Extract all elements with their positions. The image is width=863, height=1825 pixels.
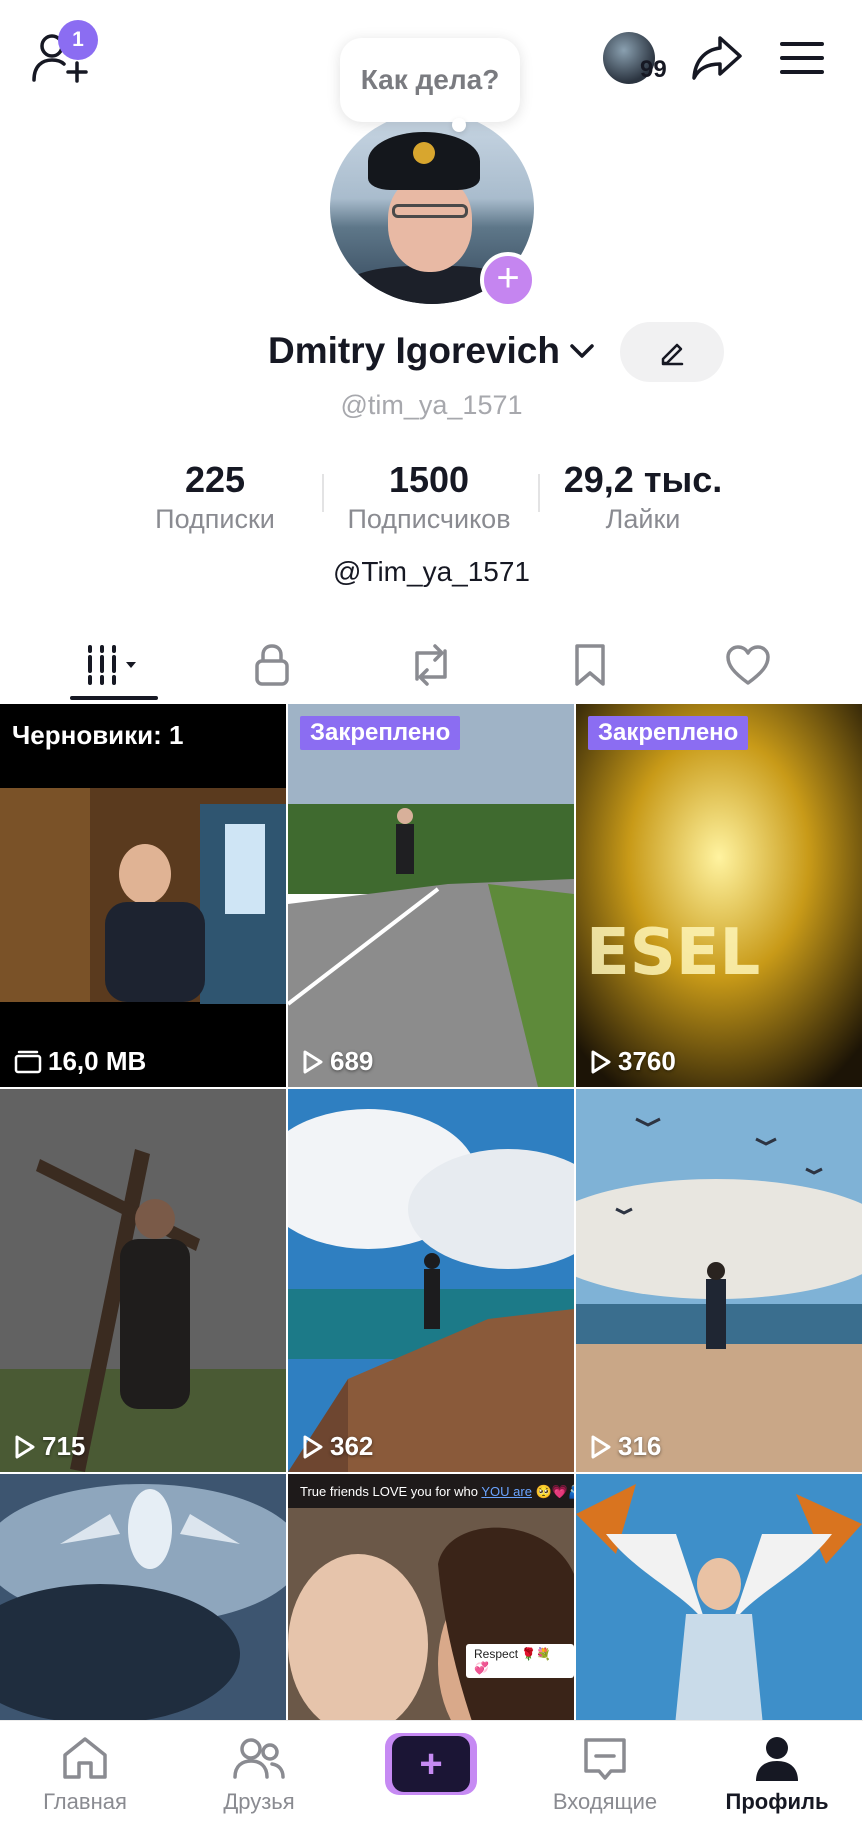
nav-friends[interactable]: Друзья	[184, 1731, 334, 1821]
pencil-icon	[661, 343, 684, 366]
caption-text: True friends LOVE you for who	[300, 1484, 478, 1499]
bottom-navigation: Главная Друзья + Входящие Профиль	[0, 1720, 863, 1825]
tab-reposts[interactable]	[345, 630, 517, 700]
view-count: 362	[302, 1431, 373, 1462]
profile-handle: @tim_ya_1571	[340, 390, 523, 420]
drafts-label: Черновики: 1	[12, 720, 184, 750]
nav-label: Главная	[43, 1789, 127, 1814]
home-icon	[63, 1737, 107, 1779]
video-tile[interactable]: 715	[0, 1089, 286, 1472]
draft-size: 16,0 MB	[14, 1046, 146, 1077]
video-grid: Черновики: 1 16,0 MB Закреплено 689 ESEL…	[0, 704, 863, 1825]
video-thumbnail	[288, 704, 574, 1087]
view-count-value: 715	[42, 1431, 86, 1461]
stories-count: 99	[640, 56, 667, 83]
view-count-value: 689	[330, 1046, 374, 1076]
video-thumbnail	[288, 1089, 574, 1472]
view-count-value: 3760	[618, 1046, 676, 1076]
stat-following[interactable]: 225 Подписки	[120, 458, 310, 536]
share-icon	[692, 36, 742, 80]
stat-value: 29,2 тыс.	[563, 459, 723, 500]
video-thumbnail	[576, 1089, 862, 1472]
view-count: 316	[590, 1431, 661, 1462]
status-bubble[interactable]: Как дела?	[340, 38, 520, 122]
play-icon	[15, 1435, 35, 1458]
stat-label: Подписки	[155, 504, 275, 534]
active-tab-indicator	[70, 696, 158, 700]
stat-label: Подписчиков	[347, 504, 511, 534]
view-count-value: 316	[618, 1431, 662, 1461]
video-thumbnail: ESEL	[576, 704, 862, 1087]
stat-likes[interactable]: 29,2 тыс. Лайки	[548, 458, 738, 536]
video-thumbnail	[0, 1089, 286, 1472]
play-icon	[591, 1050, 611, 1073]
draft-size-value: 16,0 MB	[48, 1046, 147, 1076]
play-icon	[303, 1435, 323, 1458]
nav-inbox[interactable]: Входящие	[530, 1731, 680, 1821]
repost-icon	[415, 644, 447, 686]
tab-saved[interactable]	[504, 630, 676, 700]
friend-requests-badge: 1	[58, 20, 98, 60]
caption-link: YOU are	[481, 1484, 532, 1499]
plus-icon: +	[392, 1736, 470, 1792]
video-tile[interactable]: ESEL Закреплено 3760	[576, 704, 862, 1087]
respect-sticker: Respect 🌹💐💞	[466, 1644, 574, 1678]
nav-home[interactable]: Главная	[10, 1731, 160, 1821]
stat-divider	[322, 474, 324, 512]
menu-button[interactable]	[780, 40, 824, 76]
video-tile[interactable]: 316	[576, 1089, 862, 1472]
caption-emoji: 🥺💗🫂	[535, 1484, 574, 1499]
name-row: Dmitry Igorevich	[0, 322, 863, 382]
add-story-button[interactable]: +	[480, 252, 536, 308]
drafts-folder-icon	[14, 1050, 42, 1073]
play-icon	[303, 1050, 323, 1073]
nav-label: Входящие	[552, 1789, 658, 1814]
create-video-button[interactable]: +	[385, 1733, 477, 1795]
inbox-icon	[584, 1738, 626, 1780]
chevron-down-icon[interactable]	[567, 338, 597, 364]
video-tile[interactable]: Закреплено 689	[288, 704, 574, 1087]
view-count: 689	[302, 1046, 373, 1077]
draft-thumbnail	[0, 704, 286, 1087]
bookmark-icon	[575, 644, 605, 686]
hamburger-menu-icon	[780, 42, 824, 74]
edit-profile-button[interactable]	[620, 322, 724, 382]
svg-text:ESEL: ESEL	[586, 916, 760, 990]
tab-private[interactable]	[186, 630, 358, 700]
video-tile-draft[interactable]: Черновики: 1 16,0 MB	[0, 704, 286, 1087]
nav-label: Друзья	[223, 1789, 295, 1814]
lock-icon	[255, 644, 289, 686]
video-tile[interactable]: 362	[288, 1089, 574, 1472]
display-name[interactable]: Dmitry Igorevich	[268, 330, 560, 372]
profile-stats: 225 Подписки 1500 Подписчиков 29,2 тыс. …	[120, 458, 752, 538]
heart-icon	[726, 645, 770, 685]
stat-label: Лайки	[605, 504, 681, 534]
stat-value: 1500	[388, 459, 470, 500]
view-count-value: 362	[330, 1431, 374, 1461]
content-tabs	[0, 630, 863, 700]
profile-bio[interactable]: @Tim_ya_1571	[0, 556, 863, 588]
video-caption: True friends LOVE you for who YOU are 🥺💗…	[300, 1484, 574, 1500]
stat-value: 225	[184, 459, 246, 500]
profile-icon	[756, 1737, 798, 1781]
view-count: 3760	[590, 1046, 676, 1077]
pinned-badge: Закреплено	[300, 716, 461, 750]
share-button[interactable]	[690, 32, 744, 82]
nav-label: Профиль	[725, 1789, 829, 1814]
status-bubble-tail	[452, 118, 466, 132]
nav-profile[interactable]: Профиль	[702, 1731, 852, 1821]
stat-divider	[538, 474, 540, 512]
view-count: 715	[14, 1431, 85, 1462]
stat-followers[interactable]: 1500 Подписчиков	[334, 458, 524, 536]
play-icon	[591, 1435, 611, 1458]
friends-icon	[233, 1738, 285, 1779]
tab-liked[interactable]	[662, 630, 834, 700]
pinned-badge: Закреплено	[588, 716, 749, 750]
videos-grid-icon	[88, 645, 136, 685]
tab-videos[interactable]	[28, 630, 200, 700]
